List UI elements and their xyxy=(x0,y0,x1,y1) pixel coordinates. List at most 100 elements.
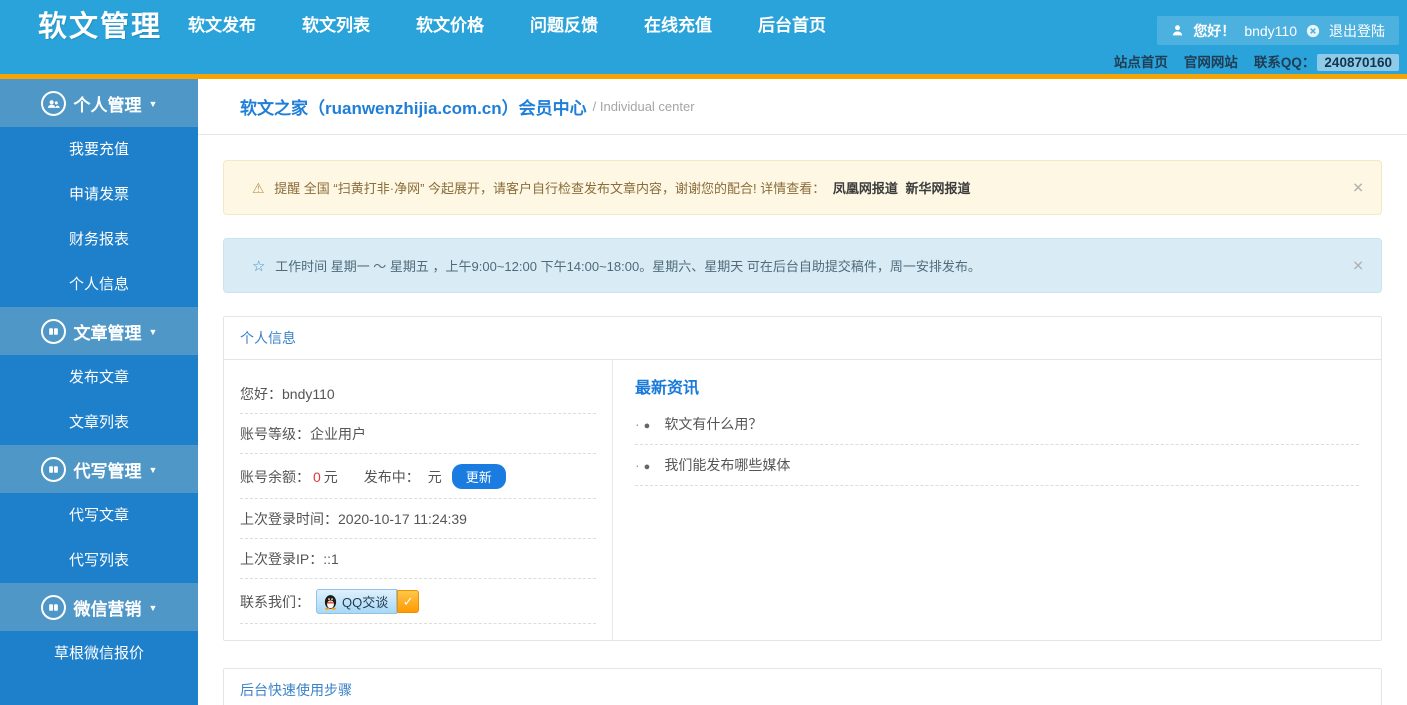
sidebar-section-personal[interactable]: 个人管理 ▼ xyxy=(0,79,198,127)
close-icon[interactable]: ✕ xyxy=(1352,179,1364,196)
balance-unit: 元 xyxy=(323,468,338,485)
greeting-value: bndy110 xyxy=(282,386,335,402)
app-header: 软文管理 软文发布 软文列表 软文价格 问题反馈 在线充值 后台首页 您好！ b… xyxy=(0,0,1407,79)
qq-contact: 联系QQ： 240870160 xyxy=(1254,51,1399,71)
page-subtitle: / Individual center xyxy=(592,99,695,114)
chevron-down-icon: ▼ xyxy=(148,99,158,109)
app-logo: 软文管理 xyxy=(38,10,163,43)
layout: 个人管理 ▼ 我要充值 申请发票 财务报表 个人信息 文章管理 ▼ 发布文章 文… xyxy=(0,79,1407,705)
warning-alert: ⚠ 提醒 全国 “扫黄打非·净网” 今起展开，请客户自行检查发布文章内容，谢谢您… xyxy=(223,160,1382,215)
qq-number: 240870160 xyxy=(1317,53,1399,71)
sidebar-item-personal-info[interactable]: 个人信息 xyxy=(0,262,198,307)
warning-icon: ⚠ xyxy=(252,180,265,196)
last-login-time-label: 上次登录时间： xyxy=(240,511,338,527)
qq-chat-label: QQ交谈 xyxy=(342,595,389,610)
sidebar-item-finance-report[interactable]: 财务报表 xyxy=(0,217,198,262)
account-level-label: 账号等级： xyxy=(240,426,310,442)
link-official-site[interactable]: 官网网站 xyxy=(1184,51,1238,71)
last-login-ip-value: ::1 xyxy=(323,551,339,567)
nav-item-article-list[interactable]: 软文列表 xyxy=(302,11,370,36)
username: bndy110 xyxy=(1244,22,1297,39)
sidebar-section-ghostwriting[interactable]: 代写管理 ▼ xyxy=(0,445,198,493)
nav-item-admin-home[interactable]: 后台首页 xyxy=(758,11,826,36)
bullet-icon: ● xyxy=(643,420,651,432)
warning-alert-text: 提醒 全国 “扫黄打非·净网” 今起展开，请客户自行检查发布文章内容，谢谢您的配… xyxy=(274,181,826,196)
sidebar-section-label: 代写管理 xyxy=(73,461,142,481)
news-link[interactable]: 我们能发布哪些媒体 xyxy=(664,457,790,473)
sidebar-item-invoice[interactable]: 申请发票 xyxy=(0,172,198,217)
profile-details: 您好： bndy110 账号等级： 企业用户 账号余额： 0 元 发布中： 元 … xyxy=(224,360,612,640)
sidebar-section-label: 微信营销 xyxy=(73,599,142,619)
page: 软文管理 软文发布 软文列表 软文价格 问题反馈 在线充值 后台首页 您好！ b… xyxy=(0,0,1407,705)
header-quicklinks-row: 站点首页 官网网站 联系QQ： 240870160 xyxy=(0,47,1407,74)
sidebar-item-wechat-pricing[interactable]: 草根微信报价 xyxy=(0,631,198,676)
sidebar-item-article-list[interactable]: 文章列表 xyxy=(0,400,198,445)
news-item: · ● 我们能发布哪些媒体 xyxy=(635,445,1359,486)
nav-item-feedback[interactable]: 问题反馈 xyxy=(530,11,598,36)
sidebar-section-label: 个人管理 xyxy=(73,95,142,115)
greeting-label: 您好： xyxy=(240,386,282,402)
qq-chat-button[interactable]: QQ交谈 xyxy=(316,589,398,614)
book-icon xyxy=(40,594,66,620)
xinhua-report-link[interactable]: 新华网报道 xyxy=(906,181,971,196)
news-title: 最新资讯 xyxy=(635,380,700,397)
nav-item-article-price[interactable]: 软文价格 xyxy=(416,11,484,36)
qq-penguin-icon xyxy=(323,594,338,610)
shield-check-icon: ✓ xyxy=(397,590,420,613)
phoenix-report-link[interactable]: 凤凰网报道 xyxy=(833,181,898,196)
person-icon xyxy=(1171,24,1184,37)
sidebar-item-ghostwrite-article[interactable]: 代写文章 xyxy=(0,493,198,538)
news-column: 最新资讯 · ● 软文有什么用？ · ● 我们能发布哪些媒体 xyxy=(612,360,1381,640)
info-alert-text: 工作时间 星期一 ～ 星期五 ，上午9:00~12:00 下午14:00~18:… xyxy=(275,259,981,274)
logout-icon xyxy=(1306,24,1320,38)
star-icon: ☆ xyxy=(252,258,266,275)
dot-icon: · xyxy=(635,416,640,432)
user-box: 您好！ bndy110 退出登陆 xyxy=(1157,16,1399,45)
profile-panel-title: 个人信息 xyxy=(224,317,1381,360)
sidebar-item-recharge[interactable]: 我要充值 xyxy=(0,127,198,172)
account-level-value: 企业用户 xyxy=(310,426,366,442)
main-content: 软文之家（ruanwenzhijia.com.cn）会员中心 / Individ… xyxy=(198,79,1407,705)
nav-item-article-publish[interactable]: 软文发布 xyxy=(188,11,256,36)
balance-row: 账号余额： 0 元 发布中： 元 更新 xyxy=(240,454,596,499)
sidebar-section-articles[interactable]: 文章管理 ▼ xyxy=(0,307,198,355)
sidebar-section-label: 文章管理 xyxy=(73,323,142,343)
balance-value: 0 xyxy=(313,468,321,485)
publishing-label: 发布中： xyxy=(363,468,420,485)
user-greeting: 您好！ xyxy=(1193,22,1236,39)
update-balance-button[interactable]: 更新 xyxy=(451,464,506,489)
chevron-down-icon: ▼ xyxy=(148,603,158,613)
sidebar-item-publish-article[interactable]: 发布文章 xyxy=(0,355,198,400)
news-item: · ● 软文有什么用？ xyxy=(635,404,1359,445)
header-main-row: 软文管理 软文发布 软文列表 软文价格 问题反馈 在线充值 后台首页 您好！ b… xyxy=(0,0,1407,47)
book-icon xyxy=(40,456,66,482)
qq-contact-label: 联系QQ： xyxy=(1253,54,1316,70)
link-site-home[interactable]: 站点首页 xyxy=(1114,51,1168,71)
chevron-down-icon: ▼ xyxy=(148,465,158,475)
sidebar-item-ghostwrite-list[interactable]: 代写列表 xyxy=(0,538,198,583)
quick-steps-panel: 后台快速使用步骤 Step1：注册账号 注册账号，填写账号、密码、联系方式，点击… xyxy=(223,668,1382,705)
quick-steps-title: 后台快速使用步骤 xyxy=(224,669,1381,705)
content-area: ⚠ 提醒 全国 “扫黄打非·净网” 今起展开，请客户自行检查发布文章内容，谢谢您… xyxy=(198,135,1407,705)
page-title: 软文之家（ruanwenzhijia.com.cn）会员中心 xyxy=(240,99,587,118)
top-nav: 软文发布 软文列表 软文价格 问题反馈 在线充值 后台首页 xyxy=(188,11,826,36)
close-icon[interactable]: ✕ xyxy=(1352,257,1364,274)
info-alert: ☆ 工作时间 星期一 ～ 星期五 ，上午9:00~12:00 下午14:00~1… xyxy=(223,238,1382,293)
last-login-time-row: 上次登录时间： 2020-10-17 11:24:39 xyxy=(240,499,596,539)
balance-label: 账号余额： xyxy=(240,468,310,485)
breadcrumb: 软文之家（ruanwenzhijia.com.cn）会员中心 / Individ… xyxy=(198,79,1407,135)
nav-item-recharge[interactable]: 在线充值 xyxy=(644,11,712,36)
last-login-ip-label: 上次登录IP： xyxy=(240,551,324,567)
account-level-row: 账号等级： 企业用户 xyxy=(240,414,596,454)
logout-link[interactable]: 退出登陆 xyxy=(1329,21,1385,41)
profile-panel: 个人信息 您好： bndy110 账号等级： 企业用户 账号余额： 0 元 发布… xyxy=(223,316,1382,641)
users-icon xyxy=(40,90,66,116)
sidebar: 个人管理 ▼ 我要充值 申请发票 财务报表 个人信息 文章管理 ▼ 发布文章 文… xyxy=(0,79,198,705)
dot-icon: · xyxy=(635,457,640,473)
last-login-time-value: 2020-10-17 11:24:39 xyxy=(338,511,467,527)
greeting-row: 您好： bndy110 xyxy=(240,374,596,414)
profile-panel-body: 您好： bndy110 账号等级： 企业用户 账号余额： 0 元 发布中： 元 … xyxy=(224,360,1381,640)
sidebar-section-wechat[interactable]: 微信营销 ▼ xyxy=(0,583,198,631)
last-login-ip-row: 上次登录IP： ::1 xyxy=(240,539,596,579)
news-link[interactable]: 软文有什么用？ xyxy=(664,416,762,432)
